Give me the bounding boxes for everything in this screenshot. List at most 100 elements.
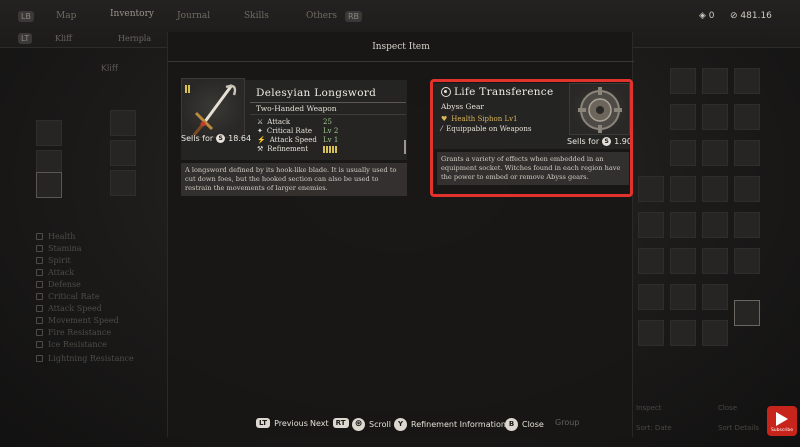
bg-sort-hint: Sort: Date — [636, 424, 672, 432]
inventory-slot[interactable] — [638, 248, 664, 274]
inventory-slot[interactable] — [702, 176, 728, 202]
tab-skills[interactable]: Skills — [244, 11, 269, 21]
inventory-slot[interactable] — [734, 68, 760, 94]
refinement-info-hint[interactable]: Y Refinement Information — [394, 418, 506, 431]
bg-details-hint: Sort Details — [718, 424, 759, 432]
scroll-hint[interactable]: ⊛ Scroll — [352, 418, 391, 431]
longsword-stat-refinement: ⚒ Refinement — [257, 145, 397, 153]
longsword-name: Delesyian Longsword — [256, 87, 377, 99]
inventory-slot[interactable] — [670, 320, 696, 346]
inventory-slot[interactable] — [670, 140, 696, 166]
longsword-stat-attack-speed: ⚡ Attack Speed Lv 1 — [257, 136, 339, 144]
attack-icon: ⚔ — [257, 118, 264, 126]
bg-inspect-hint: Inspect — [636, 404, 662, 412]
heart-icon — [36, 233, 43, 240]
boot-icon — [36, 317, 43, 324]
coin-icon: ⊘ — [730, 11, 738, 21]
tab-inventory[interactable]: Inventory — [110, 9, 154, 19]
stat-defense: Defense — [36, 280, 81, 289]
rb-button[interactable]: RB — [345, 11, 363, 22]
critical-icon — [36, 293, 43, 300]
inventory-slot[interactable] — [734, 212, 760, 238]
stat-stamina: Stamina — [36, 244, 82, 253]
previous-hint[interactable]: LT Previous — [256, 418, 308, 428]
inventory-slot[interactable] — [734, 104, 760, 130]
stat-movement-speed: Movement Speed — [36, 316, 119, 325]
inventory-slot[interactable] — [734, 140, 760, 166]
equip-slot-weapon[interactable] — [36, 172, 62, 198]
y-button-icon: Y — [394, 418, 407, 431]
stat-spirit: Spirit — [36, 256, 71, 265]
tab-others[interactable]: Others — [306, 11, 337, 21]
longsword-stat-critical-rate: ✦ Critical Rate Lv 2 — [257, 127, 339, 135]
tab-map[interactable]: Map — [56, 11, 76, 21]
inventory-slot[interactable] — [702, 68, 728, 94]
inventory-slot[interactable] — [670, 68, 696, 94]
equip-slot[interactable] — [36, 120, 62, 146]
stat-ice-resistance: Ice Resistance — [36, 340, 107, 349]
inventory-slot[interactable] — [638, 284, 664, 310]
stat-fire-resistance: Fire Resistance — [36, 328, 111, 337]
speed-icon: ⚡ — [257, 136, 266, 144]
stat-critical-rate: Critical Rate — [36, 292, 100, 301]
equip-slot[interactable] — [110, 140, 136, 166]
stat-attack: Attack — [36, 268, 74, 277]
inventory-slot[interactable] — [670, 248, 696, 274]
rt-button-icon: RT — [332, 418, 349, 428]
lightning-icon — [36, 355, 43, 362]
longsword-image — [181, 78, 245, 138]
inventory-slot[interactable] — [702, 104, 728, 130]
inventory-slot[interactable] — [638, 212, 664, 238]
stat-health: Health — [36, 232, 75, 241]
inventory-slot[interactable] — [638, 320, 664, 346]
lb-button[interactable]: LB — [18, 11, 34, 22]
inventory-slot[interactable] — [702, 140, 728, 166]
abyss-currency: ◈ 0 — [699, 11, 715, 21]
inventory-slot-selected[interactable] — [734, 300, 760, 326]
inventory-slot[interactable] — [670, 284, 696, 310]
subtab-kliff[interactable]: Kliff — [55, 34, 72, 43]
subtab-hernpla[interactable]: Hernpla — [118, 34, 151, 43]
equip-slot[interactable] — [110, 110, 136, 136]
silver-currency: ⊘ 481.16 — [730, 11, 772, 21]
inventory-slot[interactable] — [670, 212, 696, 238]
b-button-icon: B — [505, 418, 518, 431]
type-divider — [250, 114, 406, 115]
shield-icon — [36, 281, 43, 288]
highlight-box — [430, 79, 633, 197]
inventory-slot[interactable] — [670, 176, 696, 202]
fire-icon — [36, 329, 43, 336]
stat-attack-speed: Attack Speed — [36, 304, 102, 313]
inventory-slot[interactable] — [702, 284, 728, 310]
right-stick-icon: ⊛ — [352, 418, 365, 431]
subscribe-badge[interactable]: Subscribe — [767, 406, 797, 436]
lt-button[interactable]: LT — [18, 33, 33, 44]
title-divider — [250, 102, 406, 103]
character-name: Kliff — [101, 64, 119, 74]
sword-icon — [36, 269, 43, 276]
critical-icon: ✦ — [257, 127, 263, 135]
longsword-type: Two-Handed Weapon — [256, 104, 337, 113]
refinement-icon: ⚒ — [257, 145, 264, 153]
scroll-indicator[interactable] — [404, 140, 406, 154]
tab-journal[interactable]: Journal — [177, 11, 210, 21]
inventory-slot[interactable] — [702, 320, 728, 346]
silver-coin-icon: S — [216, 134, 226, 143]
inventory-slot[interactable] — [670, 104, 696, 130]
play-icon — [776, 412, 788, 426]
inventory-slot[interactable] — [702, 248, 728, 274]
inventory-slot[interactable] — [702, 212, 728, 238]
longsword-stat-attack: ⚔ Attack 25 — [257, 118, 332, 126]
spirit-icon — [36, 257, 43, 264]
inventory-slot[interactable] — [638, 176, 664, 202]
next-hint[interactable]: Next RT — [310, 418, 349, 428]
equip-slot[interactable] — [110, 170, 136, 196]
inventory-slot[interactable] — [734, 248, 760, 274]
sword-icon — [185, 84, 237, 136]
ice-icon — [36, 341, 43, 348]
longsword-sell-price: Sells for S 18.64 — [181, 134, 252, 143]
inventory-slot[interactable] — [734, 176, 760, 202]
close-hint[interactable]: B Close — [505, 418, 544, 431]
stamina-icon — [36, 245, 43, 252]
stat-lightning-resistance: Lightning Resistance — [36, 354, 134, 363]
